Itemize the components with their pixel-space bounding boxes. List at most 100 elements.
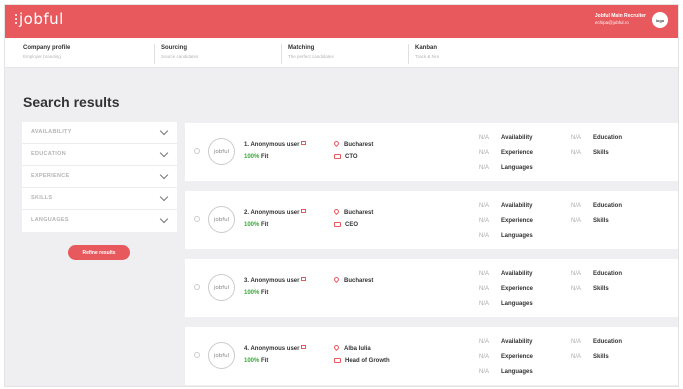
nav-title: Kanban [415,45,438,51]
candidate-location: Bucharest [332,275,373,284]
select-checkbox[interactable] [194,284,200,290]
candidate-name[interactable]: 2. Anonymous user [244,209,307,216]
na-value: N/A [571,339,582,345]
logo-text: jobful [19,10,64,28]
filter-skills[interactable]: SKILLS [22,188,177,210]
nav-item-company-profile[interactable]: Company profile Employer branding [17,44,70,64]
jobful-logo[interactable]: jobful [15,10,64,28]
attr-label: Languages [501,369,533,375]
attr-label: Availability [501,271,533,277]
nav-title: Sourcing [161,45,188,51]
nav-item-sourcing[interactable]: Sourcing Source candidates [154,44,198,64]
candidate-role: CTO [334,154,358,160]
candidate-logo: jobful [208,342,235,369]
fit-score: 100% Fit [244,154,268,160]
chevron-down-icon [159,170,169,180]
fit-percent: 100% [244,290,260,296]
location-pin-icon [332,343,341,352]
result-card[interactable]: jobful 2. Anonymous user 100% Fit Buchar… [185,191,678,249]
filter-label: EXPERIENCE [31,173,70,179]
fit-percent: 100% [244,154,260,160]
nav-title: Company profile [23,45,71,51]
na-value: N/A [479,301,490,307]
na-value: N/A [571,218,582,224]
select-checkbox[interactable] [194,352,200,358]
attr-label: Skills [593,286,609,292]
nav-subtitle: Source candidates [161,54,199,59]
na-value: N/A [571,271,582,277]
fit-label: Fit [261,358,269,364]
avatar[interactable]: logo [652,12,668,28]
na-value: N/A [571,203,582,209]
top-header: jobful Jobful Main Recruiter echipa@jobf… [5,5,678,38]
result-card[interactable]: jobful 4. Anonymous user 100% Fit Alba I… [185,327,678,385]
attr-availability: N/A Availability [479,135,532,141]
attr-label: Education [593,271,623,277]
select-checkbox[interactable] [194,216,200,222]
fit-score: 100% Fit [244,290,268,296]
na-value: N/A [479,233,490,239]
candidate-role: Head of Growth [334,358,390,364]
external-link-icon[interactable] [301,277,307,281]
location-pin-icon [332,139,341,148]
attr-label: Availability [501,339,533,345]
nav-subtitle: Track & hire [415,54,440,59]
filter-availability[interactable]: AVAILABILITY [22,122,177,144]
refine-results-button[interactable]: Refine results [68,245,130,260]
attr-label: Education [593,135,623,141]
user-email: echipa@jobful.ro [594,20,629,25]
user-info[interactable]: Jobful Main Recruiter echipa@jobful.ro [595,13,646,26]
chevron-down-icon [159,148,169,158]
na-value: N/A [479,218,490,224]
result-card[interactable]: jobful 3. Anonymous user 100% Fit Buchar… [185,259,678,317]
candidate-location: Alba Iulia [332,343,371,352]
candidate-name-text: 2. Anonymous user [244,210,300,216]
fit-score: 100% Fit [244,358,268,364]
main-nav: Company profile Employer branding Sourci… [5,38,678,68]
nav-subtitle: The perfect candidates [288,54,334,59]
external-link-icon[interactable] [301,141,307,145]
filter-experience[interactable]: EXPERIENCE [22,166,177,188]
attr-label: Availability [501,135,533,141]
attr-languages: N/A Languages [479,301,533,307]
filter-languages[interactable]: LANGUAGES [22,210,177,232]
select-checkbox[interactable] [194,148,200,154]
nav-item-matching[interactable]: Matching The perfect candidates [281,44,334,64]
filter-label: AVAILABILITY [31,129,72,135]
attr-label: Skills [593,218,609,224]
attr-label: Languages [501,301,533,307]
candidate-name[interactable]: 1. Anonymous user [244,141,307,148]
na-value: N/A [571,354,582,360]
briefcase-icon [334,154,341,159]
attr-experience: N/A Experience [479,286,533,292]
attr-availability: N/A Availability [479,203,532,209]
location-text: Bucharest [344,210,374,216]
nav-item-kanban[interactable]: Kanban Track & hire [408,44,439,64]
na-value: N/A [479,203,490,209]
result-card[interactable]: jobful 1. Anonymous user 100% Fit Buchar… [185,123,678,181]
fit-percent: 100% [244,358,260,364]
attr-availability: N/A Availability [479,271,532,277]
role-text: Head of Growth [345,358,390,364]
attr-languages: N/A Languages [479,369,533,375]
candidate-name[interactable]: 3. Anonymous user [244,277,307,284]
na-value: N/A [571,286,582,292]
external-link-icon[interactable] [301,345,307,349]
attr-education: N/A Education [571,339,622,345]
attr-languages: N/A Languages [479,165,533,171]
app-frame: jobful Jobful Main Recruiter echipa@jobf… [4,4,679,387]
filter-label: LANGUAGES [31,217,69,223]
candidate-name[interactable]: 4. Anonymous user [244,345,307,352]
na-value: N/A [479,286,490,292]
candidate-location: Bucharest [332,139,374,148]
location-text: Bucharest [344,142,374,148]
attr-label: Experience [501,354,534,360]
filter-panel: AVAILABILITY EDUCATION EXPERIENCE SKILLS… [22,122,177,232]
fit-label: Fit [261,154,269,160]
filter-education[interactable]: EDUCATION [22,144,177,166]
external-link-icon[interactable] [301,209,307,213]
attr-skills: N/A Skills [571,150,609,156]
user-name: Jobful Main Recruiter [594,13,646,19]
na-value: N/A [479,135,490,141]
filter-label: EDUCATION [31,151,66,157]
